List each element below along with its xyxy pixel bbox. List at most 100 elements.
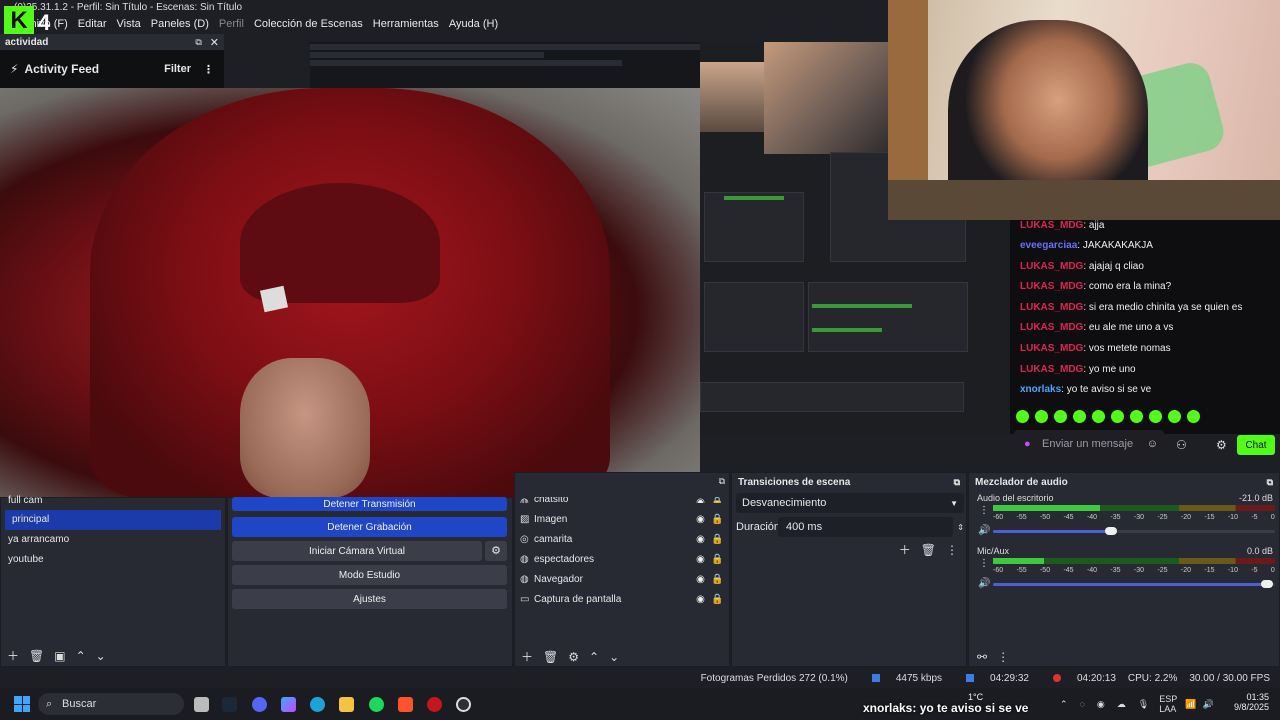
up-icon[interactable]: ⌃ (589, 650, 599, 664)
up-icon[interactable]: ⌃ (76, 649, 86, 663)
add-icon[interactable]: ＋ (521, 648, 533, 665)
source-item[interactable]: ◎ camarita ◉ 🔒 (520, 529, 726, 549)
emote-icon[interactable] (1035, 409, 1048, 423)
menu-herramientas[interactable]: Herramientas (373, 18, 439, 30)
lock-icon[interactable]: 🔒 (709, 574, 726, 585)
menu-paneles[interactable]: Paneles (D) (151, 18, 209, 30)
menu-coleccion-escenas[interactable]: Colección de Escenas (254, 18, 363, 30)
scene-item[interactable]: full cam (1, 496, 225, 510)
chat-input[interactable]: ● Enviar un mensaje ☺ (1014, 430, 1164, 458)
emote-icon[interactable] (1054, 409, 1067, 423)
trash-icon[interactable]: 🗑 (29, 649, 44, 663)
emote-icon[interactable] (1111, 409, 1124, 423)
add-icon[interactable]: ＋ (899, 541, 911, 558)
more-vert-icon[interactable]: ⋮ (946, 543, 958, 557)
scene-item[interactable]: youtube (1, 550, 225, 570)
source-item[interactable]: ▨ Imagen ◉ 🔒 (520, 509, 726, 529)
source-item[interactable]: ▭ Captura de pantalla ◉ 🔒 (520, 589, 726, 609)
speaker-icon[interactable]: 🔊 (978, 578, 990, 589)
users-icon[interactable]: ⚇ (1176, 438, 1187, 452)
settings-button[interactable]: Ajustes (232, 589, 507, 609)
eye-icon[interactable]: ◉ (692, 574, 709, 585)
trash-icon[interactable]: 🗑 (543, 650, 558, 664)
more-vert-icon[interactable]: ⋮ (979, 505, 989, 516)
lock-icon[interactable]: 🔒 (709, 497, 726, 503)
virtual-cam-settings-icon[interactable]: ⚙ (485, 541, 507, 561)
app-icon[interactable] (427, 697, 442, 712)
source-item[interactable]: ◍ espectadores ◉ 🔒 (520, 549, 726, 569)
lock-icon[interactable]: 🔒 (709, 534, 726, 545)
menu-editar[interactable]: Editar (78, 18, 107, 30)
emoji-icon[interactable]: ☺ (1147, 438, 1158, 450)
float-icon[interactable]: ⧉ (1267, 477, 1273, 488)
source-item[interactable]: ◍ Navegador ◉ 🔒 (520, 569, 726, 589)
mic-icon[interactable]: 🎙 (1138, 699, 1149, 710)
duration-input[interactable]: 400 ms (778, 517, 954, 537)
stop-record-button[interactable]: Detener Grabación (232, 517, 507, 537)
steam-icon[interactable] (222, 697, 237, 712)
tray-app-icon[interactable]: ◌ (1080, 699, 1085, 709)
emote-icon[interactable] (1149, 409, 1162, 423)
chat-send-button[interactable]: Chat (1237, 435, 1275, 455)
eye-icon[interactable]: ◉ (692, 554, 709, 565)
lock-icon[interactable]: 🔒 (709, 554, 726, 565)
more-vert-icon[interactable]: ⋮ (203, 63, 214, 76)
volume-icon[interactable]: 🔊 (1202, 699, 1213, 710)
obs-icon[interactable] (456, 697, 471, 712)
emote-icon[interactable] (1016, 409, 1029, 423)
windows-start-icon[interactable] (14, 696, 30, 712)
add-icon[interactable]: ＋ (7, 647, 19, 664)
eye-icon[interactable]: ◉ (692, 497, 709, 503)
language-indicator[interactable]: ESP LAA (1159, 694, 1177, 714)
volume-knob[interactable] (1261, 580, 1273, 588)
edge-icon[interactable] (310, 697, 325, 712)
eye-icon[interactable]: ◉ (692, 534, 709, 545)
volume-knob[interactable] (1105, 527, 1117, 535)
clock[interactable]: 01:35 9/8/2025 (1217, 692, 1269, 712)
copilot-icon[interactable] (281, 697, 296, 712)
discord-icon[interactable] (252, 697, 267, 712)
filter-icon[interactable]: ▣ (54, 649, 65, 663)
lock-icon[interactable]: 🔒 (709, 594, 726, 605)
emote-icon[interactable] (1130, 409, 1143, 423)
eye-icon[interactable]: ◉ (692, 594, 709, 605)
task-view-icon[interactable] (194, 697, 209, 712)
link-icon[interactable]: ⚯ (977, 650, 987, 664)
emote-icon[interactable] (1168, 409, 1181, 423)
emote-icon[interactable] (1092, 409, 1105, 423)
float-icon[interactable]: ⧉ (954, 477, 960, 488)
gear-icon[interactable]: ⚙ (1216, 438, 1227, 452)
float-icon[interactable]: ⧉ (195, 37, 201, 48)
taskbar-search[interactable]: ⌕ Buscar (38, 693, 184, 715)
lock-icon[interactable]: 🔒 (709, 514, 726, 525)
menu-vista[interactable]: Vista (117, 18, 141, 30)
scene-item[interactable]: ya arrancamo (1, 530, 225, 550)
wifi-icon[interactable]: 📶 (1185, 699, 1196, 710)
mic-icon[interactable]: ● (1024, 438, 1031, 450)
emote-icon[interactable] (1187, 409, 1200, 423)
spotify-icon[interactable] (369, 697, 384, 712)
virtual-cam-button[interactable]: Iniciar Cámara Virtual (232, 541, 482, 561)
float-icon[interactable]: ⧉ (719, 476, 725, 487)
tray-app-icon[interactable]: ◉ (1097, 699, 1105, 710)
menu-ayuda[interactable]: Ayuda (H) (449, 18, 498, 30)
more-vert-icon[interactable]: ⋮ (997, 650, 1009, 664)
emote-icon[interactable] (1073, 409, 1086, 423)
down-icon[interactable]: ⌄ (96, 649, 106, 663)
trash-icon[interactable]: 🗑 (921, 543, 936, 557)
gear-icon[interactable]: ⚙ (568, 650, 579, 664)
more-vert-icon[interactable]: ⋮ (979, 558, 989, 569)
tray-app-icon[interactable]: ☁ (1117, 699, 1126, 710)
menu-perfil[interactable]: Perfil (219, 18, 244, 30)
filter-button[interactable]: Filter (164, 63, 191, 75)
stepper-icon[interactable]: ⇕ (957, 523, 964, 532)
transition-select[interactable]: Desvanecimiento ▼ (736, 493, 964, 513)
close-icon[interactable]: ✕ (210, 36, 219, 49)
brave-icon[interactable] (398, 697, 413, 712)
eye-icon[interactable]: ◉ (692, 514, 709, 525)
studio-mode-button[interactable]: Modo Estudio (232, 565, 507, 585)
down-icon[interactable]: ⌄ (609, 650, 619, 664)
chevron-up-icon[interactable]: ⌃ (1060, 699, 1068, 710)
speaker-icon[interactable]: 🔊 (978, 525, 990, 536)
stop-stream-button[interactable]: Detener Transmisión (232, 497, 507, 511)
